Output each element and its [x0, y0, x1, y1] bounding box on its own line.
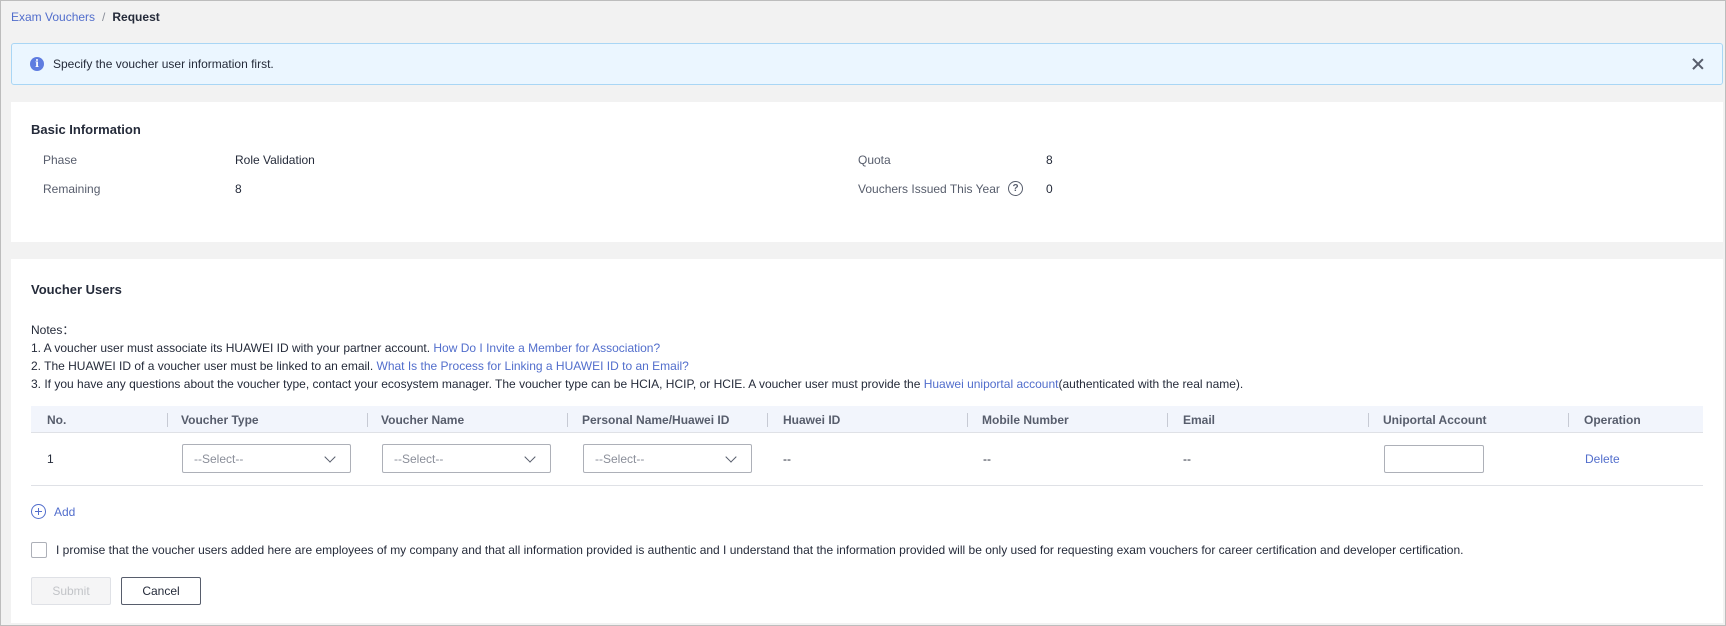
breadcrumb: Exam Vouchers / Request: [11, 10, 160, 24]
column-uniportal-account: Uniportal Account: [1383, 413, 1487, 427]
alert-message: Specify the voucher user information fir…: [53, 57, 274, 71]
vouchers-issued-value: 0: [1046, 182, 1053, 196]
plus-circle-icon: [31, 504, 46, 519]
breadcrumb-exam-vouchers-link[interactable]: Exam Vouchers: [11, 10, 95, 24]
column-email: Email: [1183, 413, 1216, 427]
note-3-link[interactable]: Huawei uniportal account: [924, 377, 1059, 391]
column-no: No.: [47, 413, 67, 427]
voucher-type-select-value: --Select--: [194, 452, 244, 466]
voucher-name-select[interactable]: --Select--: [382, 444, 551, 473]
delete-row-link[interactable]: Delete: [1585, 452, 1620, 466]
column-voucher-name: Voucher Name: [381, 413, 465, 427]
quota-label: Quota: [858, 153, 891, 167]
email-value: --: [1183, 452, 1191, 466]
column-divider: [167, 413, 168, 427]
notes: Notes： 1. A voucher user must associate …: [31, 321, 1243, 393]
remaining-label: Remaining: [43, 182, 101, 196]
phase-value: Role Validation: [235, 153, 315, 167]
personal-name-select[interactable]: --Select--: [583, 444, 752, 473]
breadcrumb-current: Request: [112, 10, 160, 24]
column-personal-name: Personal Name/Huawei ID: [582, 413, 730, 427]
chevron-down-icon: [725, 451, 737, 463]
info-icon: i: [30, 57, 44, 71]
voucher-users-table: No. Voucher Type Voucher Name Personal N…: [31, 406, 1703, 486]
close-icon[interactable]: [1690, 56, 1706, 72]
page-frame: Exam Vouchers / Request i Specify the vo…: [0, 0, 1726, 626]
uniportal-account-input[interactable]: [1384, 445, 1484, 473]
column-divider: [1568, 413, 1569, 427]
breadcrumb-separator: /: [102, 10, 106, 24]
column-divider: [1167, 413, 1168, 427]
remaining-value: 8: [235, 182, 242, 196]
column-divider: [367, 413, 368, 427]
promise-agreement: I promise that the voucher users added h…: [31, 542, 1463, 558]
info-alert: i Specify the voucher user information f…: [11, 43, 1723, 85]
chevron-down-icon: [324, 451, 336, 463]
column-divider: [567, 413, 568, 427]
note-2-link[interactable]: What Is the Process for Linking a HUAWEI…: [377, 359, 689, 373]
phase-label: Phase: [43, 153, 78, 167]
note-3: 3. If you have any questions about the v…: [31, 375, 1243, 393]
cancel-button[interactable]: Cancel: [121, 577, 201, 605]
note-2-text: 2. The HUAWEI ID of a voucher user must …: [31, 359, 377, 373]
column-divider: [967, 413, 968, 427]
column-voucher-type: Voucher Type: [181, 413, 259, 427]
note-1-text: 1. A voucher user must associate its HUA…: [31, 341, 434, 355]
note-3-text: 3. If you have any questions about the v…: [31, 377, 924, 391]
quota-value: 8: [1046, 153, 1053, 167]
voucher-name-select-value: --Select--: [394, 452, 444, 466]
basic-information-panel: Basic Information Phase Role Validation …: [11, 102, 1723, 242]
column-operation: Operation: [1584, 413, 1641, 427]
note-3-after: (authenticated with the real name).: [1058, 377, 1244, 391]
basic-information-title: Basic Information: [31, 122, 141, 137]
note-1-link[interactable]: How Do I Invite a Member for Association…: [433, 341, 660, 355]
personal-name-select-value: --Select--: [595, 452, 645, 466]
voucher-type-select[interactable]: --Select--: [182, 444, 351, 473]
column-mobile-number: Mobile Number: [982, 413, 1069, 427]
column-divider: [767, 413, 768, 427]
note-1: 1. A voucher user must associate its HUA…: [31, 339, 1243, 357]
voucher-users-title: Voucher Users: [31, 282, 122, 297]
promise-text: I promise that the voucher users added h…: [56, 543, 1464, 557]
promise-checkbox[interactable]: [31, 542, 47, 558]
column-huawei-id: Huawei ID: [783, 413, 841, 427]
vouchers-issued-label: Vouchers Issued This Year: [858, 182, 1000, 196]
row-number: 1: [47, 452, 54, 466]
submit-button[interactable]: Submit: [31, 577, 111, 605]
column-divider: [1368, 413, 1369, 427]
add-label: Add: [54, 504, 76, 519]
add-user-button[interactable]: Add: [31, 504, 75, 519]
mobile-number-value: --: [983, 452, 991, 466]
table-row: 1 --Select-- --Select-- --Select-- -- --…: [31, 433, 1703, 486]
voucher-users-panel: Voucher Users Notes： 1. A voucher user m…: [11, 259, 1723, 623]
huawei-id-value: --: [783, 452, 791, 466]
notes-label: Notes：: [31, 323, 75, 337]
table-header: No. Voucher Type Voucher Name Personal N…: [31, 406, 1703, 433]
chevron-down-icon: [524, 451, 536, 463]
question-mark-icon[interactable]: ?: [1008, 181, 1023, 196]
note-2: 2. The HUAWEI ID of a voucher user must …: [31, 357, 1243, 375]
